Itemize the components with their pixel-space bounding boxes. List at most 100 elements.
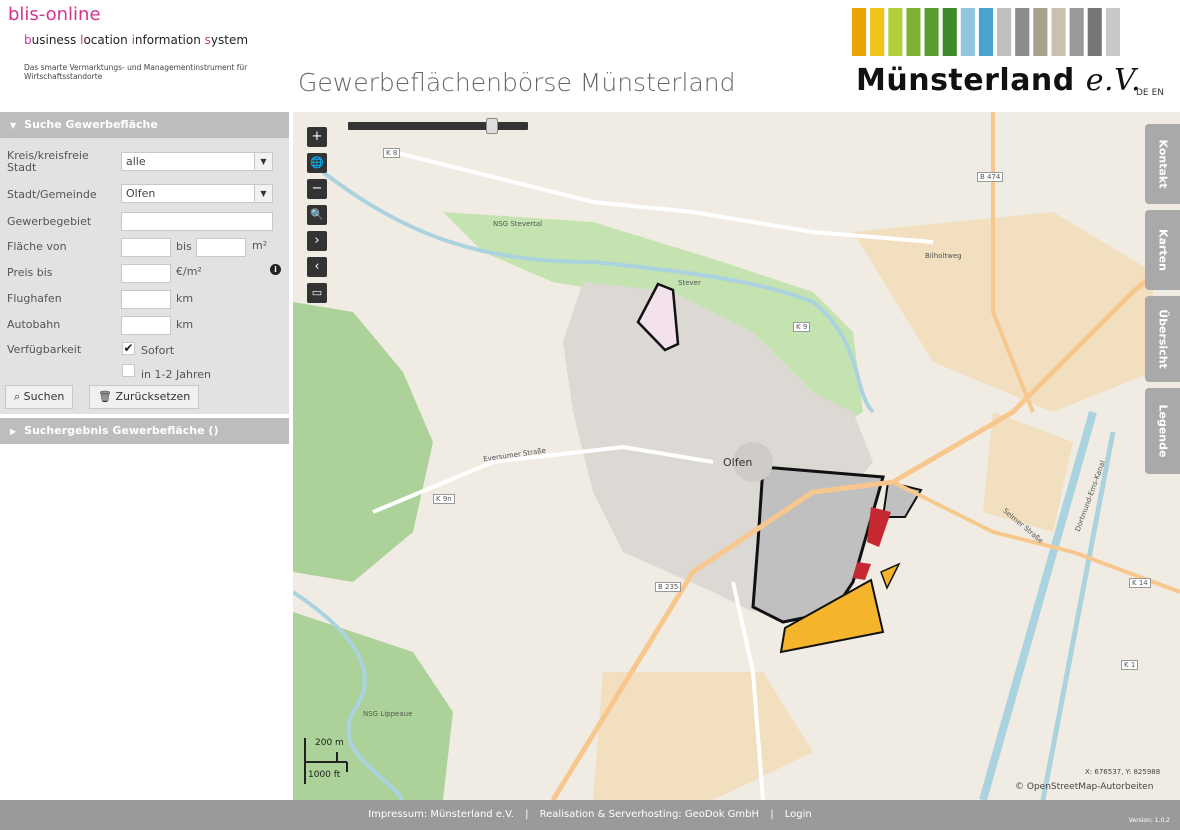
logo-stripe [906, 8, 921, 56]
impressum-link[interactable]: Impressum: Münsterland e.V. [368, 809, 514, 820]
map-attribution[interactable]: © OpenStreetMap-Autorbeiten [1015, 782, 1153, 792]
logo-stripe [1105, 8, 1120, 56]
verfuegbarkeit-label: Verfügbarkeit [7, 343, 82, 356]
search-button[interactable]: ⌕ Suchen [5, 385, 74, 409]
logo-stripe [1033, 8, 1048, 56]
login-link[interactable]: Login [785, 809, 812, 820]
map-label-nsg-stevertal: NSG Stevertal [493, 220, 543, 228]
scale-imperial: 1000 ft [308, 770, 341, 780]
search-icon: ⌕ [14, 390, 21, 403]
road-shield-k8: K 8 [383, 148, 401, 158]
page-title: Gewerbeflächenbörse Münsterland [298, 68, 736, 97]
autobahn-input[interactable] [121, 316, 171, 335]
preis-label: Preis bis [7, 266, 53, 279]
back-icon[interactable]: ‹ [307, 257, 327, 277]
result-panel-header[interactable]: ▶ Suchergebnis Gewerbefläche () [0, 418, 289, 444]
stadt-label: Stadt/Gemeinde [7, 188, 97, 201]
tab-kontakt[interactable]: Kontakt [1145, 124, 1180, 204]
zoom-out-button[interactable]: − [307, 179, 327, 199]
preis-unit: €/m² [176, 265, 202, 278]
flaeche-to-input[interactable] [196, 238, 246, 257]
flughafen-label: Flughafen [7, 292, 62, 305]
road-shield-k14: K 14 [1129, 578, 1151, 588]
flaeche-bis-label: bis [176, 240, 192, 253]
tab-legende[interactable]: Legende [1145, 388, 1180, 474]
logo-stripe [870, 8, 885, 56]
gewerbegebiet-label: Gewerbegebiet [7, 215, 92, 228]
brand-description: Das smarte Vermarktungs- und Managementi… [24, 63, 248, 81]
map-view[interactable]: Olfen NSG Stevertal Stever NSG Lippeaue … [293, 112, 1180, 800]
map-label-stever: Stever [678, 279, 701, 287]
autobahn-unit: km [176, 318, 194, 331]
brand-title: blis-online [8, 4, 101, 25]
tab-karten[interactable]: Karten [1145, 210, 1180, 290]
footer-separator: | [525, 809, 529, 820]
lang-de[interactable]: DE [1136, 88, 1149, 98]
logo-stripes [852, 8, 1120, 56]
language-switch: DE EN [1136, 88, 1167, 98]
town-label: Olfen [723, 456, 753, 469]
logo-stripe [1015, 8, 1030, 56]
logo-stripe [960, 8, 975, 56]
flaeche-label: Fläche von [7, 240, 67, 253]
muensterland-logo: Münsterland e.V. [856, 63, 1141, 98]
road-shield-k9n: K 9n [433, 494, 455, 504]
search-panel-header[interactable]: ▼ Suche Gewerbefläche [0, 112, 289, 138]
autobahn-label: Autobahn [7, 318, 61, 331]
slider-thumb[interactable] [486, 118, 498, 134]
logo-stripe [852, 8, 867, 56]
realisation-link[interactable]: Realisation & Serverhosting: GeoDok GmbH [540, 809, 759, 820]
flughafen-input[interactable] [121, 290, 171, 309]
opacity-slider[interactable] [348, 118, 528, 134]
collapse-triangle-icon: ▼ [10, 121, 17, 130]
logo-stripe [1051, 8, 1066, 56]
logo-stripe [888, 8, 903, 56]
coordinate-readout: X: 676537, Y: 825988 [1085, 768, 1161, 776]
preis-input[interactable] [121, 264, 171, 283]
trash-icon: 🗑 [98, 390, 112, 403]
map-label-nsg-lippeaue: NSG Lippeaue [363, 710, 413, 718]
footer-links: Impressum: Münsterland e.V. | Realisatio… [0, 809, 1180, 820]
scale-bar: 200 m 1000 ft [303, 738, 351, 784]
footer: Impressum: Münsterland e.V. | Realisatio… [0, 800, 1180, 830]
sofort-checkbox[interactable]: ✔ [122, 342, 135, 355]
logo-stripe [997, 8, 1012, 56]
fullscreen-icon[interactable]: ▭ [307, 283, 327, 303]
expand-triangle-icon: ▶ [10, 427, 17, 436]
chevron-down-icon: ▼ [254, 185, 272, 202]
info-icon[interactable]: i [270, 264, 281, 275]
road-shield-k1: K 1 [1121, 660, 1139, 670]
gewerbegebiet-input[interactable] [121, 212, 273, 231]
stadt-select[interactable]: Olfen ▼ [121, 184, 273, 203]
brand-subtitle: business location information system [24, 33, 249, 47]
flaeche-from-input[interactable] [121, 238, 171, 257]
sofort-label: Sofort [141, 344, 175, 357]
forward-icon[interactable]: › [307, 231, 327, 251]
version-label: Version: 1.0.2 [1128, 817, 1170, 824]
sidebar: ▼ Suche Gewerbefläche Kreis/kreisfreie St… [0, 112, 292, 800]
kreis-select[interactable]: alle ▼ [121, 152, 273, 171]
road-shield-b474: B 474 [977, 172, 1004, 182]
flaeche-unit: m² [252, 239, 268, 252]
zoom-search-icon[interactable]: 🔍 [307, 205, 327, 225]
tab-uebersicht[interactable]: Übersicht [1145, 296, 1180, 382]
zoom-in-button[interactable]: + [307, 127, 327, 147]
road-shield-k9: K 9 [793, 322, 811, 332]
logo-stripe [1087, 8, 1102, 56]
logo-stripe [1069, 8, 1084, 56]
reset-button[interactable]: 🗑 Zurücksetzen [89, 385, 200, 409]
logo-stripe [924, 8, 939, 56]
chevron-down-icon: ▼ [254, 153, 272, 170]
scale-metric: 200 m [315, 738, 344, 748]
globe-icon[interactable]: 🌐 [307, 153, 327, 173]
jahre-checkbox[interactable] [122, 364, 135, 377]
lang-en[interactable]: EN [1152, 88, 1164, 98]
road-shield-b235: B 235 [655, 582, 682, 592]
kreis-label: Kreis/kreisfreie Stadt [7, 149, 89, 174]
footer-separator: | [770, 809, 774, 820]
jahre-label: in 1-2 Jahren [141, 368, 211, 381]
flughafen-unit: km [176, 292, 194, 305]
logo-stripe [942, 8, 957, 56]
logo-stripe [978, 8, 993, 56]
search-panel: Kreis/kreisfreie Stadt alle ▼ Stadt/Geme… [0, 138, 289, 414]
